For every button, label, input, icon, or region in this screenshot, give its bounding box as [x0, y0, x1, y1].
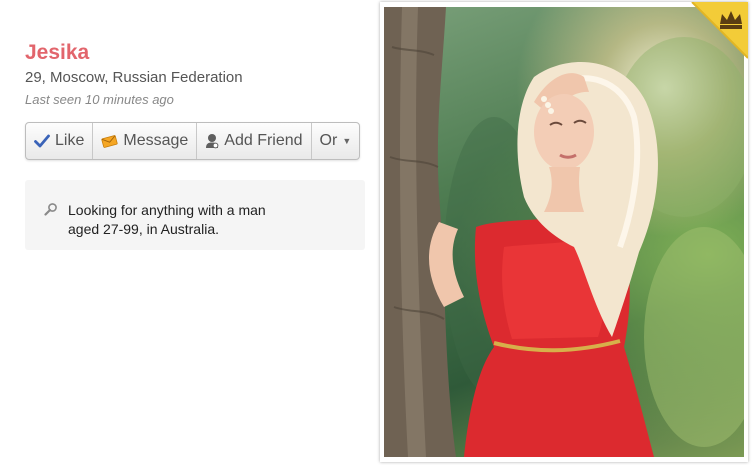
action-button-group: Like Message Add Friend Or ▼: [25, 122, 361, 160]
profile-location: 29, Moscow, Russian Federation: [25, 69, 243, 86]
user-icon: [205, 133, 219, 149]
like-label: Like: [55, 132, 85, 149]
more-options-button[interactable]: Or ▼: [312, 123, 360, 159]
magnifier-icon: [44, 202, 58, 221]
looking-for-text: Looking for anything with a man aged 27-…: [68, 202, 266, 237]
like-button[interactable]: Like: [26, 123, 94, 159]
profile-name: Jesika: [25, 41, 90, 64]
looking-for-box: Looking for anything with a man aged 27-…: [25, 180, 365, 250]
message-button[interactable]: Message: [93, 123, 198, 159]
photo-illustration: [384, 7, 744, 457]
premium-badge: [684, 1, 749, 66]
message-label: Message: [123, 132, 189, 149]
profile-info: Jesika 29, Moscow, Russian Federation La…: [25, 40, 365, 109]
envelope-icon: [101, 134, 118, 148]
caret-down-icon: ▼: [342, 136, 352, 146]
add-friend-label: Add Friend: [224, 132, 303, 149]
checkmark-icon: [34, 134, 50, 148]
profile-photo[interactable]: [384, 7, 744, 457]
last-seen: Last seen 10 minutes ago: [25, 92, 174, 107]
more-options-label: Or: [319, 132, 338, 149]
add-friend-button[interactable]: Add Friend: [197, 123, 312, 159]
profile-photo-frame: [380, 1, 749, 462]
